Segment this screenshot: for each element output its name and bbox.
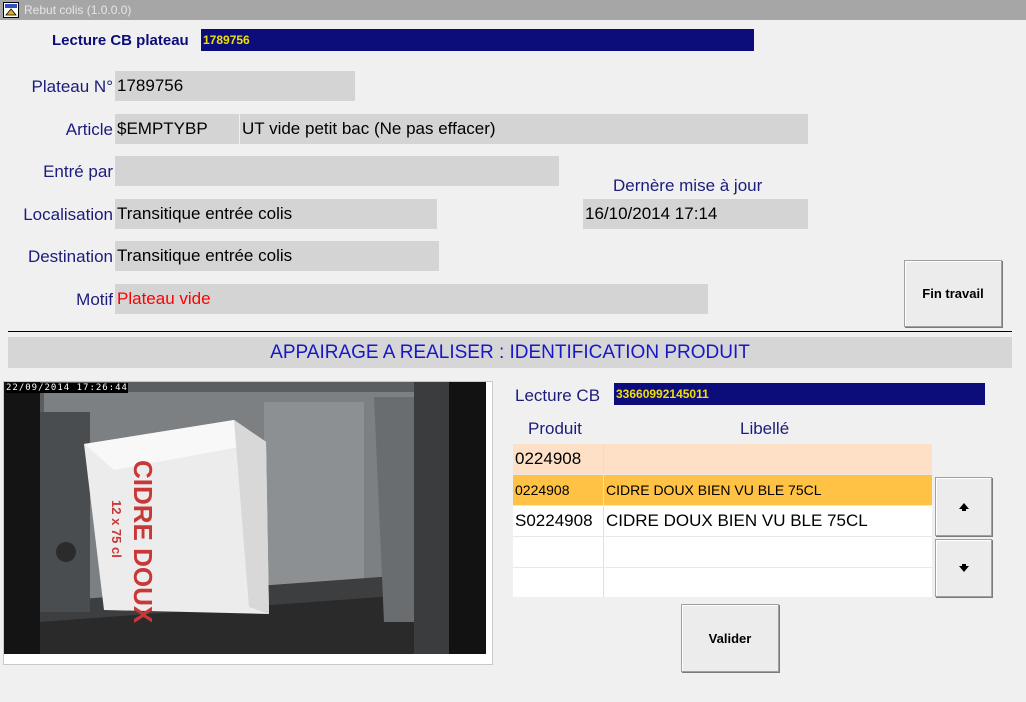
box-label-main: CIDRE DOUX <box>128 460 158 624</box>
table-row[interactable] <box>513 568 932 597</box>
column-divider <box>603 444 604 597</box>
motif-field: Plateau vide <box>115 284 708 314</box>
valider-button[interactable]: Valider <box>681 604 779 672</box>
article-code-field: $EMPTYBP <box>115 114 239 144</box>
camera-timestamp: 22/09/2014 17:26:44 <box>6 383 128 393</box>
article-label: Article <box>65 120 113 139</box>
arrow-up-icon <box>958 502 969 511</box>
row-libelle: CIDRE DOUX BIEN VU BLE 75CL <box>606 482 822 498</box>
article-description-field: UT vide petit bac (Ne pas effacer) <box>240 114 808 144</box>
row-produit: S0224908 <box>515 511 593 530</box>
entre-par-label: Entré par <box>43 162 113 181</box>
destination-field: Transitique entrée colis <box>115 241 439 271</box>
scroll-up-button[interactable] <box>935 477 992 536</box>
row-divider <box>513 505 932 506</box>
camera-view: CIDRE DOUX 12 x 75 cl 22/09/2014 17:26:4… <box>3 381 493 665</box>
header-produit: Produit <box>528 419 582 438</box>
fin-travail-button[interactable]: Fin travail <box>904 260 1002 327</box>
row-libelle: CIDRE DOUX BIEN VU BLE 75CL <box>606 511 868 530</box>
localisation-field: Transitique entrée colis <box>115 199 437 229</box>
table-row[interactable]: 0224908 <box>513 444 932 474</box>
scan-label: Lecture CB plateau <box>52 32 189 49</box>
destination-label: Destination <box>27 247 113 266</box>
table-row[interactable] <box>513 537 932 567</box>
product-scan-label: Lecture CB <box>515 386 601 405</box>
separator <box>8 331 1012 332</box>
header-libelle: Libellé <box>740 419 790 438</box>
motif-label: Motif <box>76 290 113 309</box>
row-produit: 0224908 <box>515 449 582 468</box>
product-scan-input[interactable]: 33660992145011 <box>614 383 985 405</box>
window-title: Rebut colis (1.0.0.0) <box>24 3 132 17</box>
arrow-down-icon <box>958 564 969 572</box>
entre-par-field <box>115 156 559 186</box>
app-icon <box>3 2 19 18</box>
scroll-down-button[interactable] <box>935 539 992 597</box>
plateau-label: Plateau N° <box>31 77 113 96</box>
section-banner: APPAIRAGE A REALISER : IDENTIFICATION PR… <box>8 337 1012 368</box>
row-produit: 0224908 <box>515 482 570 498</box>
row-divider <box>513 536 932 537</box>
table-row[interactable]: 0224908 CIDRE DOUX BIEN VU BLE 75CL <box>513 475 932 505</box>
plateau-scan-input[interactable]: 1789756 <box>201 29 754 51</box>
row-divider <box>513 474 932 475</box>
row-divider <box>513 567 932 568</box>
last-update-field: 16/10/2014 17:14 <box>583 199 808 229</box>
localisation-label: Localisation <box>23 205 113 224</box>
plateau-field: 1789756 <box>115 71 355 101</box>
title-bar <box>0 0 1026 20</box>
box-label-sub: 12 x 75 cl <box>109 500 124 558</box>
product-table: 0224908 0224908 CIDRE DOUX BIEN VU BLE 7… <box>513 444 932 597</box>
table-row[interactable]: S0224908 CIDRE DOUX BIEN VU BLE 75CL <box>513 506 932 536</box>
last-update-label: Dernère mise à jour <box>613 176 763 195</box>
